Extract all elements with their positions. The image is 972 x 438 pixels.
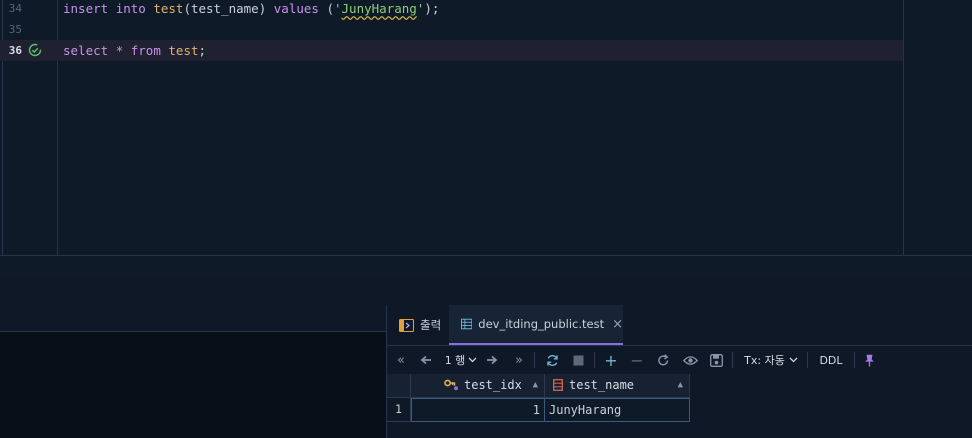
code-line-36[interactable]: 36 select * from test; — [0, 40, 903, 61]
code-token: ( — [318, 1, 334, 16]
refresh-icon[interactable] — [543, 346, 561, 374]
ddl-button[interactable]: DDL — [816, 346, 846, 374]
toolbar-separator — [534, 352, 535, 368]
table-icon — [461, 318, 473, 330]
grid-cell-test-idx[interactable]: 1 — [411, 398, 545, 422]
save-icon[interactable] — [707, 346, 725, 374]
chevron-down-icon — [789, 357, 798, 363]
code-token: test — [168, 43, 199, 58]
primary-key-icon — [444, 379, 458, 391]
code-token: ; — [198, 43, 207, 58]
results-toolbar: « 1 행 » + − Tx: 자동 DDL — [387, 346, 972, 374]
column-header-label: test_idx — [464, 378, 522, 392]
code-line-34[interactable]: 34 insert into test(test_name) values ('… — [0, 0, 903, 19]
sort-icon[interactable]: ▲ — [533, 374, 538, 397]
add-row-icon[interactable]: + — [602, 346, 620, 374]
code-token: JunyHarang — [341, 1, 417, 16]
tab-table-result[interactable]: dev_itding_public.test × — [449, 305, 623, 345]
row-number[interactable]: 1 — [387, 398, 411, 422]
stop-icon[interactable] — [570, 346, 586, 374]
revert-icon[interactable] — [654, 346, 672, 374]
view-icon[interactable] — [680, 346, 700, 374]
toolbar-separator — [732, 352, 733, 368]
execution-success-icon — [28, 43, 42, 57]
toolbar-separator — [854, 352, 855, 368]
code-token: ) — [258, 1, 274, 16]
code-token: select — [63, 43, 109, 58]
code-token: test_name — [190, 1, 259, 16]
editor-status-strip — [0, 256, 972, 279]
column-header-test-idx[interactable]: test_idx ▲ — [411, 374, 545, 398]
tab-table-label: dev_itding_public.test — [478, 317, 605, 331]
code-text[interactable]: select * from test; — [63, 40, 206, 61]
code-token: insert — [63, 1, 109, 16]
sort-icon[interactable]: ▲ — [678, 374, 683, 397]
previous-page-icon[interactable] — [417, 346, 435, 374]
transaction-mode-label: Tx: 자동 — [744, 354, 785, 367]
grid-corner — [387, 374, 411, 398]
first-page-icon[interactable]: « — [393, 346, 409, 374]
code-token: values — [273, 1, 319, 16]
output-icon — [399, 318, 414, 332]
line-number: 34 — [8, 2, 22, 15]
left-panel-body — [0, 332, 386, 438]
code-token: ' — [333, 1, 342, 16]
toolbar-separator — [594, 352, 595, 368]
code-line-35[interactable]: 35 — [0, 19, 903, 40]
column-header-test-name[interactable]: test_name ▲ — [545, 374, 690, 398]
result-grid: test_idx ▲ test_name ▲ 1 1 JunyHarang — [387, 374, 690, 422]
pin-icon[interactable] — [861, 346, 877, 374]
toolbar-separator — [807, 352, 808, 368]
grid-cell-test-name[interactable]: JunyHarang — [545, 398, 690, 422]
row-count-selector[interactable]: 1 행 — [443, 346, 479, 374]
transaction-mode-selector[interactable]: Tx: 자동 — [743, 346, 799, 374]
tab-output-label: 출력 — [420, 318, 442, 332]
row-count-label: 1 행 — [444, 354, 466, 367]
editor-right-margin — [903, 0, 904, 256]
code-token: from — [130, 43, 161, 58]
next-page-icon[interactable] — [483, 346, 501, 374]
code-text[interactable]: insert into test(test_name) values ('Jun… — [63, 0, 439, 19]
line-number: 36 — [8, 44, 22, 57]
code-token: test — [153, 1, 184, 16]
chevron-down-icon — [468, 357, 477, 363]
column-icon — [553, 379, 563, 391]
code-token: ( — [183, 1, 191, 16]
results-tab-bar: 출력 dev_itding_public.test × — [387, 305, 972, 346]
close-icon[interactable]: × — [612, 317, 623, 332]
column-header-label: test_name — [569, 378, 635, 392]
panel-separator — [0, 278, 972, 306]
code-token: into — [115, 1, 146, 16]
code-token: ); — [424, 1, 440, 16]
last-page-icon[interactable]: » — [511, 346, 527, 374]
line-number: 35 — [8, 23, 22, 36]
remove-row-icon[interactable]: − — [628, 346, 646, 374]
tab-output[interactable]: 출력 — [387, 305, 447, 345]
